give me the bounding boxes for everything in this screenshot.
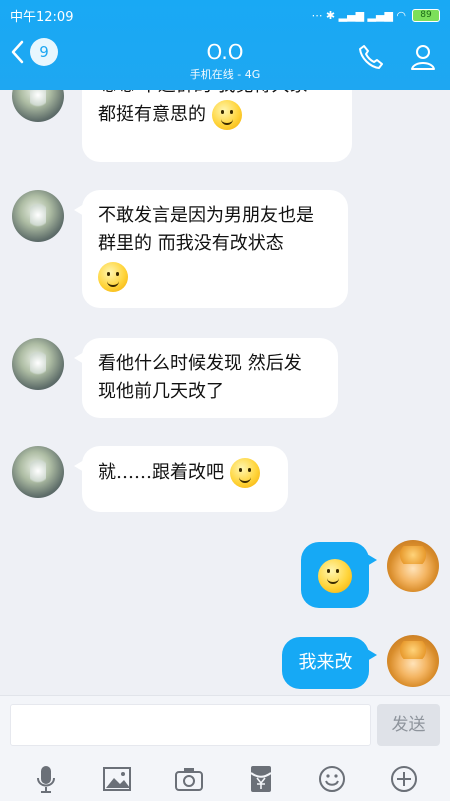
red-packet-button[interactable] (245, 763, 277, 795)
avatar-self[interactable] (387, 540, 439, 592)
message-text: 都挺有意思的 (98, 104, 206, 125)
smile-emoji-icon (98, 262, 128, 292)
avatar[interactable] (12, 190, 64, 242)
composer-toolbar (0, 756, 450, 801)
emoji-row (98, 262, 332, 292)
mic-icon (36, 765, 55, 793)
avatar[interactable] (12, 90, 64, 122)
message-text: 就……跟着改吧 (98, 462, 224, 483)
status-bar: 中午12:09 ⋯ ✱ ▂▄▆ ▂▄▆ ◠ 89 (0, 0, 450, 30)
message-text: 嗯嗯 不退群的 我觉得大家 (98, 90, 336, 100)
phone-icon[interactable] (356, 42, 386, 72)
avatar[interactable] (12, 338, 64, 390)
avatar[interactable] (12, 446, 64, 498)
message-text: 都挺有意思的 (98, 100, 336, 130)
red-packet-icon (250, 765, 272, 792)
plus-icon (391, 765, 418, 792)
send-button[interactable]: 发送 (377, 704, 440, 746)
profile-icon[interactable] (408, 42, 438, 72)
mic-button[interactable] (30, 763, 62, 795)
plus-button[interactable] (388, 763, 420, 795)
message-text: 群里的 而我没有改状态 (98, 233, 284, 254)
message-bubble-outgoing[interactable]: 我来改 (282, 637, 377, 689)
chat-header: 9 O.O 手机在线 - 4G (0, 30, 450, 90)
message-bubble-outgoing[interactable] (301, 542, 377, 608)
top-bar: 中午12:09 ⋯ ✱ ▂▄▆ ▂▄▆ ◠ 89 9 O.O 手机在线 - 4G (0, 0, 450, 90)
message-text: 看他什么时候发现 然后发 (98, 353, 302, 374)
message-text: 现他前几天改了 (98, 381, 224, 402)
image-button[interactable] (101, 763, 133, 795)
laugh-emoji-icon (318, 559, 352, 593)
avatar-self[interactable] (387, 635, 439, 687)
message-text: 我来改 (298, 652, 353, 673)
emoji-icon (211, 100, 242, 130)
message-text: 不敢发言是因为男朋友也是 (98, 205, 314, 226)
composer: 发送 (0, 695, 450, 801)
signal-icon: ⋯ ✱ ▂▄▆ ▂▄▆ ◠ (311, 8, 406, 22)
header-actions (356, 42, 438, 72)
message-bubble[interactable]: 不敢发言是因为男朋友也是 群里的 而我没有改状态 (74, 190, 348, 308)
status-time: 中午12:09 (10, 9, 74, 25)
message-bubble[interactable]: 看他什么时候发现 然后发 现他前几天改了 (74, 338, 338, 418)
message-list[interactable]: 嗯嗯 不退群的 我觉得大家 都挺有意思的 不敢发言是因为男朋友也是 群里的 而我… (0, 90, 450, 695)
image-icon (103, 766, 132, 791)
battery-indicator: 89 (412, 8, 440, 22)
message-bubble[interactable]: 嗯嗯 不退群的 我觉得大家 都挺有意思的 (82, 90, 352, 162)
camera-icon (175, 767, 204, 791)
camera-button[interactable] (173, 763, 205, 795)
emoji-icon (229, 458, 260, 488)
status-icons: ⋯ ✱ ▂▄▆ ▂▄▆ ◠ 89 (311, 8, 440, 22)
message-bubble[interactable]: 就……跟着改吧 (74, 446, 288, 512)
message-input[interactable] (10, 704, 371, 746)
emoji-icon (319, 765, 346, 792)
emoji-button[interactable] (316, 763, 348, 795)
